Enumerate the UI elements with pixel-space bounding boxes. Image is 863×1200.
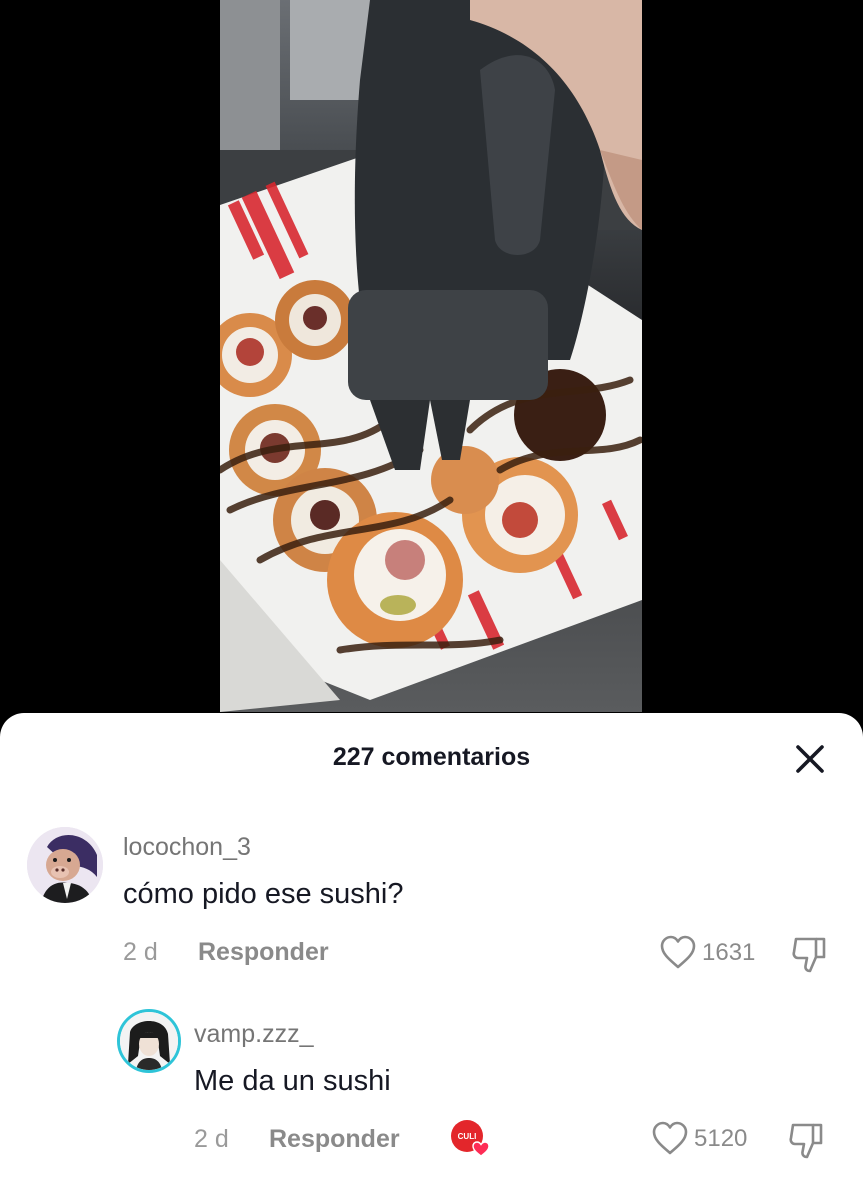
dislike-button[interactable]: [790, 933, 830, 977]
creator-heart-icon: CULI: [451, 1120, 490, 1157]
avatar[interactable]: [117, 1009, 181, 1073]
video-frame-image: [220, 0, 642, 712]
comment-username[interactable]: vamp.zzz_: [194, 1020, 313, 1049]
like-button[interactable]: [658, 933, 698, 973]
comments-sheet: 227 comentarios locochon_3 cómo pido ese…: [0, 713, 863, 1200]
like-count: 1631: [702, 939, 756, 966]
user-avatar-image: [27, 827, 103, 903]
comment-text: cómo pido ese sushi?: [123, 878, 404, 910]
thumbs-down-outline-icon: [792, 937, 826, 973]
user-avatar-image: [120, 1012, 178, 1070]
thumbs-down-outline-icon: [789, 1123, 823, 1159]
comment-timestamp: 2 d: [123, 938, 158, 966]
close-button[interactable]: [790, 739, 830, 779]
video-player[interactable]: [220, 0, 642, 712]
heart-outline-icon: [652, 1121, 688, 1155]
dislike-button[interactable]: [787, 1119, 827, 1163]
comment-timestamp: 2 d: [194, 1125, 229, 1153]
creator-badge-logo: CULI: [458, 1132, 477, 1141]
like-count: 5120: [694, 1125, 748, 1152]
avatar[interactable]: [27, 827, 103, 903]
reply-button[interactable]: Responder: [198, 938, 329, 967]
comment-text: Me da un sushi: [194, 1065, 391, 1097]
comments-count-title: 227 comentarios: [332, 743, 531, 771]
creator-liked-badge: CULI: [450, 1118, 492, 1158]
heart-outline-icon: [660, 935, 696, 969]
close-icon: [796, 745, 824, 773]
like-button[interactable]: [650, 1119, 690, 1159]
comment-username[interactable]: locochon_3: [123, 833, 251, 862]
reply-button[interactable]: Responder: [269, 1125, 400, 1154]
